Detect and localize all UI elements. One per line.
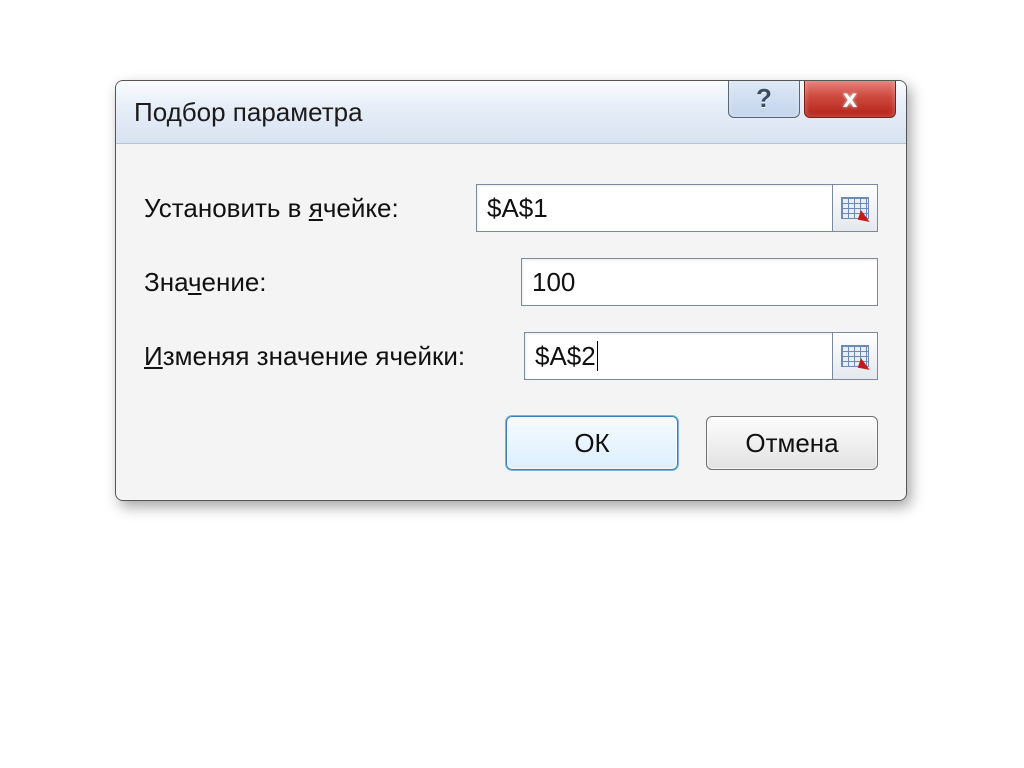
help-icon: ? [756, 83, 772, 114]
label-set-cell: Установить в ячейке: [144, 193, 476, 224]
close-icon: x [843, 83, 857, 114]
dialog-footer: ОК Отмена [144, 406, 878, 470]
close-button[interactable]: x [804, 80, 896, 118]
label-set-cell-post: чейке: [323, 193, 399, 223]
changing-cell-field-wrap: $A$2 [524, 332, 878, 380]
label-changing-ul: И [144, 341, 163, 371]
refedit-icon [841, 345, 869, 367]
label-set-cell-ul: я [309, 193, 323, 223]
help-button[interactable]: ? [728, 80, 800, 118]
label-changing-cell: Изменяя значение ячейки: [144, 341, 524, 372]
title-bar[interactable]: Подбор параметра ? x [116, 81, 906, 144]
label-set-cell-pre: Установить в [144, 193, 309, 223]
label-target-pre: Зна [144, 267, 188, 297]
row-target-value: Значение: [144, 258, 878, 306]
set-cell-refedit-button[interactable] [833, 184, 878, 232]
cancel-button-label: Отмена [745, 428, 838, 459]
label-target-post: ение: [202, 267, 267, 297]
set-cell-input[interactable] [476, 184, 833, 232]
set-cell-field-wrap [476, 184, 878, 232]
refedit-icon [841, 197, 869, 219]
label-changing-post: зменяя значение ячейки: [163, 341, 465, 371]
target-value-input[interactable] [521, 258, 878, 306]
ok-button[interactable]: ОК [506, 416, 678, 470]
ok-button-label: ОК [574, 428, 609, 459]
goal-seek-dialog: Подбор параметра ? x Установить в ячейке… [115, 80, 907, 501]
text-caret [597, 341, 598, 371]
target-value-field-wrap [521, 258, 878, 306]
dialog-title: Подбор параметра [134, 97, 363, 128]
changing-cell-refedit-button[interactable] [833, 332, 878, 380]
row-changing-cell: Изменяя значение ячейки: $A$2 [144, 332, 878, 380]
changing-cell-input[interactable]: $A$2 [524, 332, 833, 380]
row-set-cell: Установить в ячейке: [144, 184, 878, 232]
changing-cell-value: $A$2 [535, 341, 596, 372]
window-controls: ? x [724, 80, 896, 118]
label-target-ul: ч [188, 267, 202, 297]
dialog-body: Установить в ячейке: Значение: Изме [116, 144, 906, 500]
cancel-button[interactable]: Отмена [706, 416, 878, 470]
label-target-value: Значение: [144, 267, 521, 298]
